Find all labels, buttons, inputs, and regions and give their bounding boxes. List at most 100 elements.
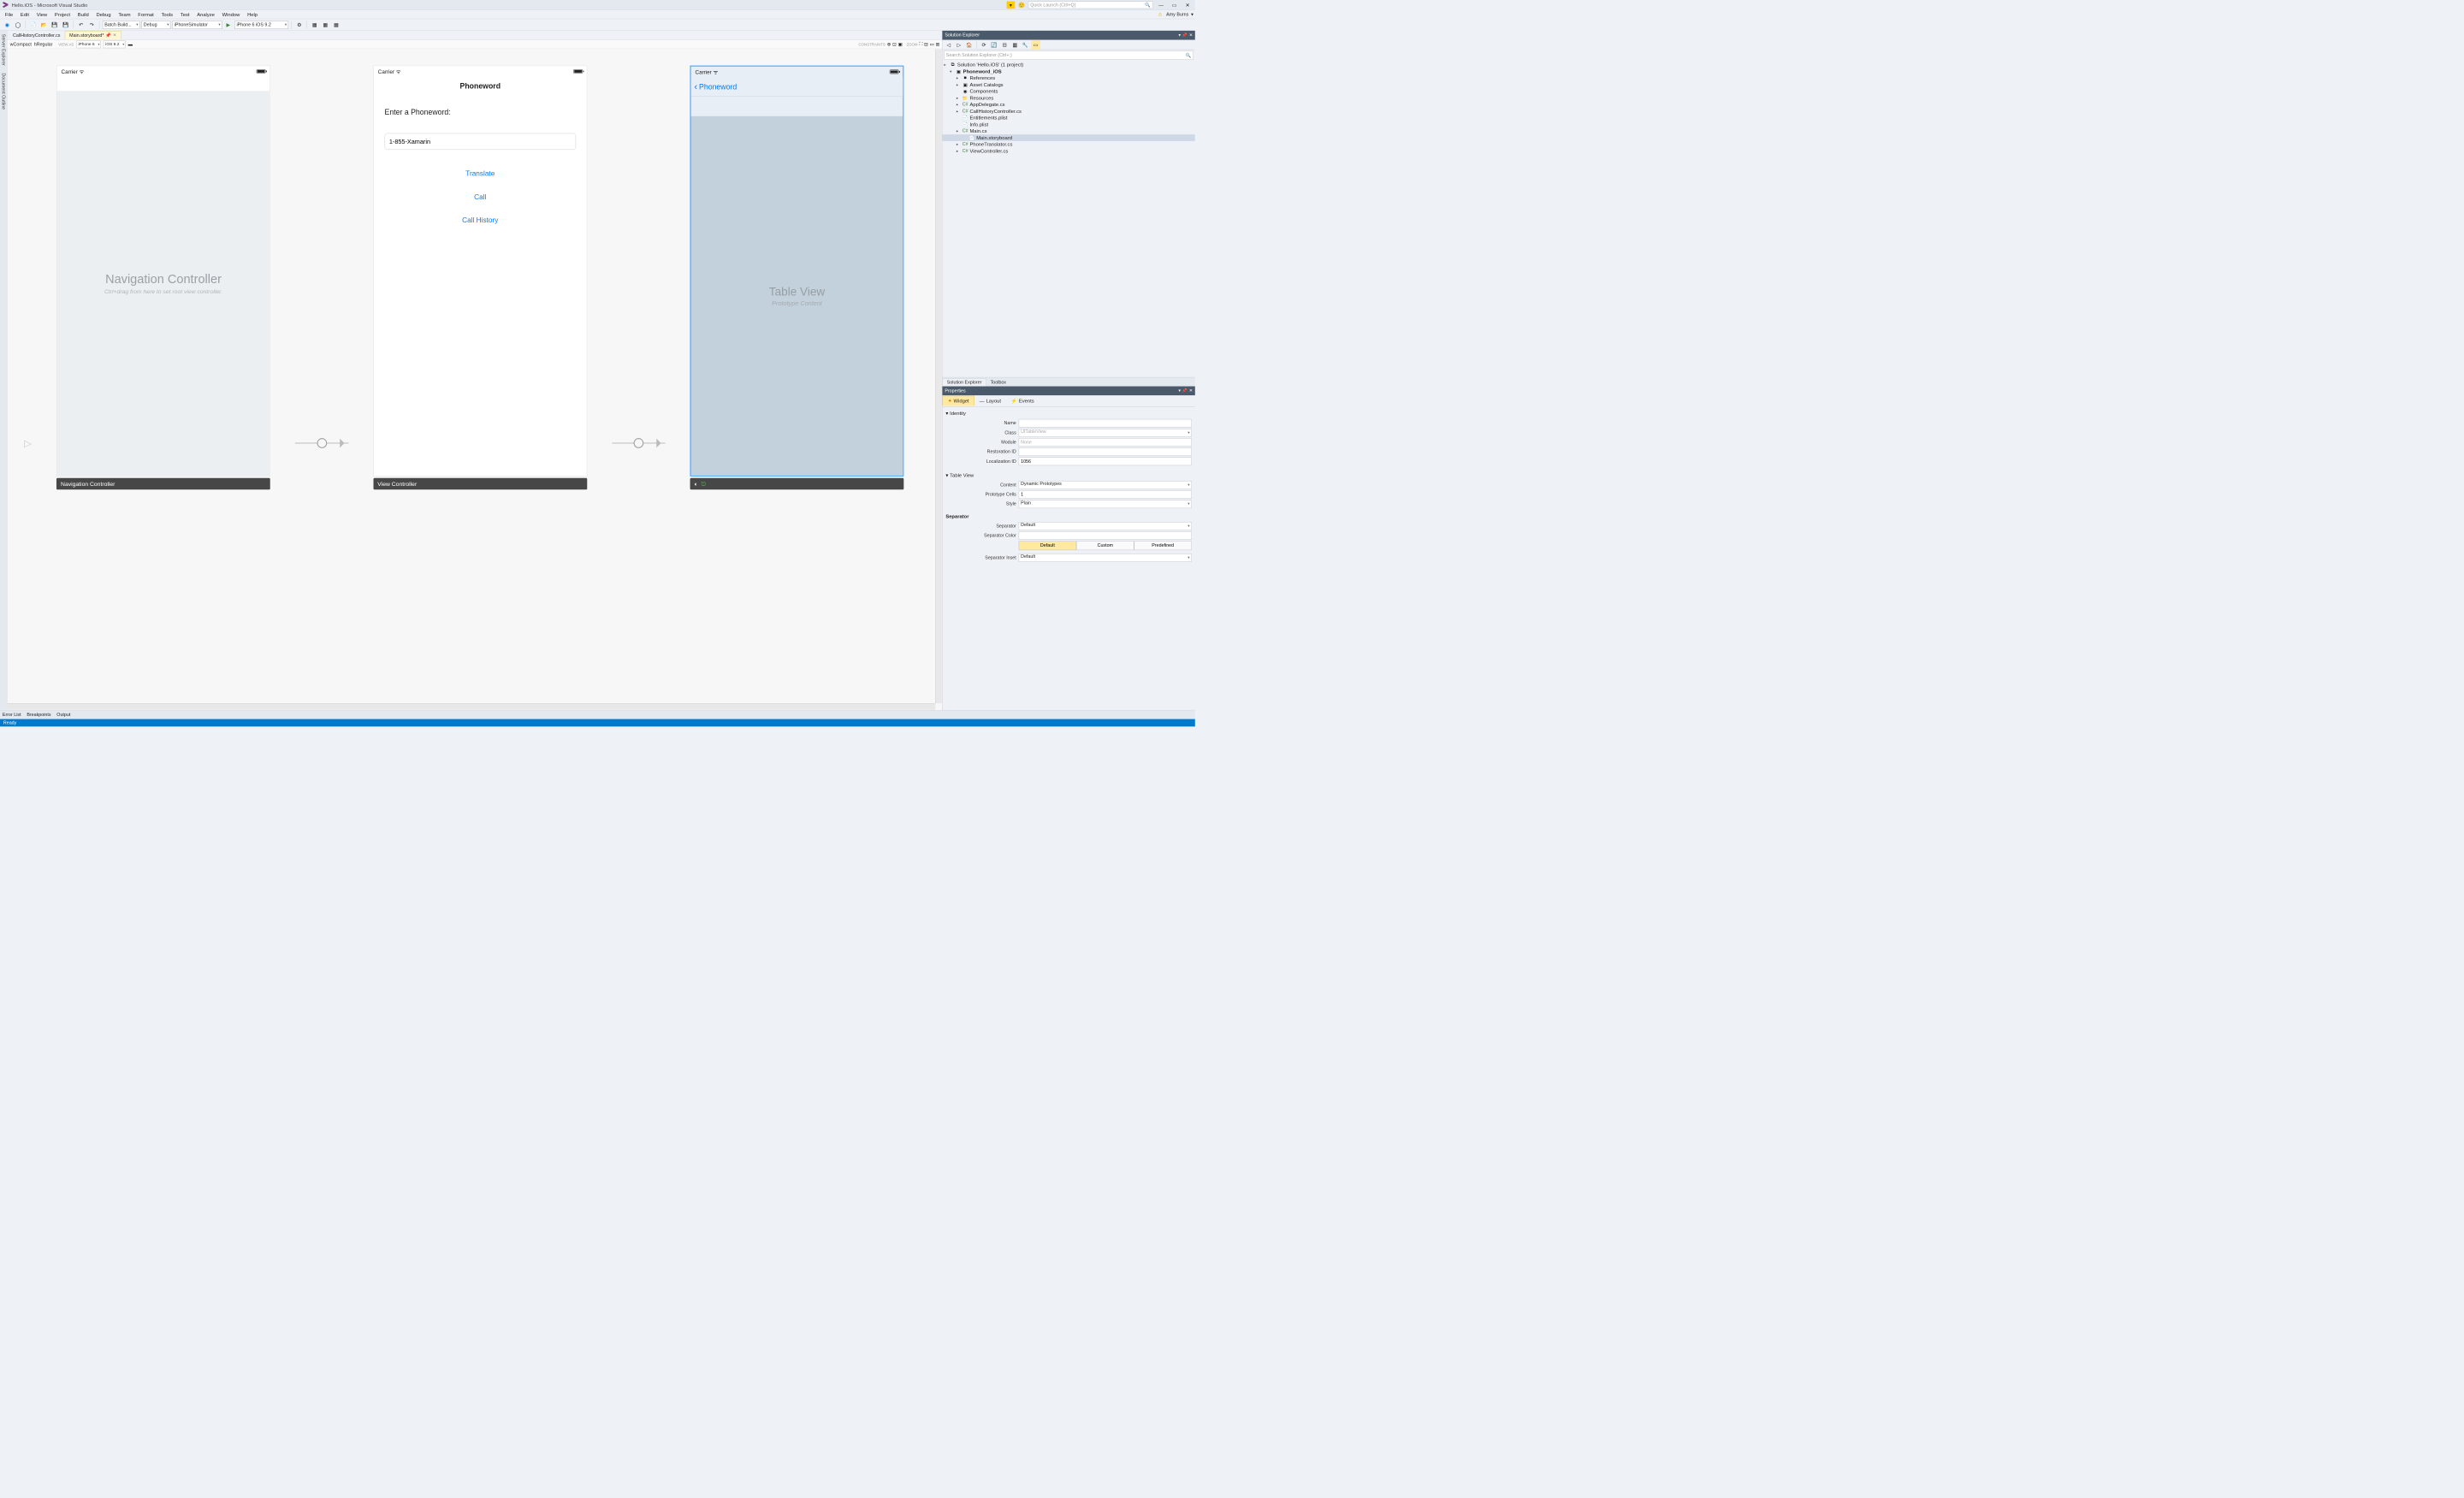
tab-storyboard[interactable]: Main.storyboard* 📌 ✕ [65, 31, 121, 39]
se-forward-icon[interactable]: ▷ [955, 40, 964, 50]
zoom-out-icon[interactable]: ⊟ [924, 42, 927, 47]
section-tableview[interactable]: ▾Table View [945, 471, 1192, 480]
quick-launch-input[interactable]: Quick Launch (Ctrl+Q) 🔍 [1028, 1, 1153, 9]
menu-file[interactable]: File [2, 10, 16, 18]
se-refresh-icon[interactable]: 🔄 [990, 40, 999, 50]
prop-sepinset-select[interactable]: Default [1019, 554, 1192, 562]
open-icon[interactable]: 📂 [39, 21, 49, 30]
storyboard-canvas[interactable]: ▷ Carrier ᯤ Navigation Controller Ctrl+d… [8, 49, 942, 710]
back-nav-icon[interactable]: ◉ [3, 21, 12, 30]
view-controller-scene[interactable]: Carrier ᯤ Phoneword Enter a Phoneword: T… [373, 66, 587, 490]
tree-appdelegate[interactable]: ▸C#AppDelegate.cs [942, 101, 1194, 108]
sepcolor-segmented[interactable]: Default Custom Predefined [1019, 541, 1192, 550]
tree-callhistorycontroller[interactable]: ▸C#CallHistoryController.cs [942, 108, 1194, 115]
prop-prototype-stepper[interactable] [1019, 490, 1192, 499]
prop-class-select[interactable]: UITableView [1019, 429, 1192, 437]
menu-edit[interactable]: Edit [17, 10, 33, 18]
entry-arrow-icon[interactable]: ▷ [24, 437, 32, 449]
size-class-w[interactable]: wCompact [10, 42, 32, 47]
panel-pin-icon[interactable]: 📌 [1182, 388, 1188, 393]
tab-output[interactable]: Output [56, 713, 70, 718]
menu-debug[interactable]: Debug [93, 10, 115, 18]
constraint-tool-2-icon[interactable]: ⊡ [892, 42, 896, 47]
tree-references[interactable]: ▸■References [942, 74, 1194, 81]
undo-icon[interactable]: ↶ [76, 21, 86, 30]
config-dropdown[interactable]: Debug [141, 21, 170, 29]
prop-tab-widget[interactable]: ✦Widget [942, 396, 974, 406]
panel-dropdown-icon[interactable]: ▾ [1178, 33, 1180, 38]
se-properties-icon[interactable]: 🔧 [1021, 40, 1030, 50]
tab-errorlist[interactable]: Error List [3, 713, 21, 718]
prop-separator-select[interactable]: Default [1019, 522, 1192, 530]
tree-resources[interactable]: ▸📁Resources [942, 95, 1194, 102]
platform-dropdown[interactable]: iPhoneSimulator [172, 21, 222, 29]
save-all-icon[interactable]: 💾 [61, 21, 70, 30]
prop-restoration-input[interactable] [1019, 447, 1192, 456]
tool-misc-3-icon[interactable]: ▦ [321, 21, 330, 30]
se-collapse-icon[interactable]: ⊟ [1000, 40, 1010, 50]
phoneword-input[interactable] [385, 133, 576, 150]
call-button[interactable]: Call [385, 186, 576, 209]
prop-sepcolor-input[interactable] [1019, 531, 1192, 540]
close-button[interactable]: ✕ [1182, 1, 1193, 9]
menu-tools[interactable]: Tools [158, 10, 176, 18]
tableview-controller-scene[interactable]: Carrier ᯤ ‹ Phoneword Table View Prototy… [690, 66, 904, 490]
tree-entitlements[interactable]: 📄Entitlements.plist [942, 115, 1194, 121]
prop-name-input[interactable] [1019, 419, 1192, 428]
forward-nav-icon[interactable]: ◯ [14, 21, 23, 30]
redo-icon[interactable]: ↷ [87, 21, 97, 30]
menu-view[interactable]: View [33, 10, 50, 18]
user-area[interactable]: Amy Burns ▾ [1158, 12, 1194, 17]
segue-1[interactable] [295, 435, 348, 451]
panel-dropdown-icon[interactable]: ▾ [1178, 388, 1180, 393]
menu-test[interactable]: Test [177, 10, 192, 18]
orientation-icon[interactable]: ▬ [128, 42, 133, 47]
minimize-button[interactable]: — [1156, 1, 1166, 9]
se-show-all-icon[interactable]: ▦ [1010, 40, 1020, 50]
properties-header[interactable]: Properties ▾📌✕ [942, 386, 1194, 395]
se-sync-icon[interactable]: ⟳ [980, 40, 989, 50]
solution-search-input[interactable]: Search Solution Explorer (Ctrl+;) 🔍 [944, 50, 1193, 60]
batch-build-dropdown[interactable]: Batch Build... [103, 21, 140, 29]
menu-project[interactable]: Project [51, 10, 74, 18]
tab-breakpoints[interactable]: Breakpoints [27, 713, 50, 718]
section-identity[interactable]: ▾Identity [945, 408, 1192, 417]
scene-label-2[interactable]: View Controller [373, 478, 587, 490]
translate-button[interactable]: Translate [385, 163, 576, 186]
prop-tab-layout[interactable]: —Layout [974, 396, 1006, 406]
tool-misc-4-icon[interactable]: ▦ [332, 21, 341, 30]
ptab-solution[interactable]: Solution Explorer [942, 378, 986, 386]
se-back-icon[interactable]: ◁ [944, 40, 953, 50]
tool-misc-2-icon[interactable]: ▦ [310, 21, 319, 30]
menu-help[interactable]: Help [244, 10, 261, 18]
se-preview-icon[interactable]: ▭ [1031, 40, 1040, 50]
canvas-hscroll[interactable] [8, 703, 935, 710]
tree-phonetranslator[interactable]: ▸C#PhoneTranslator.cs [942, 141, 1194, 148]
save-icon[interactable]: 💾 [50, 21, 60, 30]
solution-tree[interactable]: ▸⧉Solution 'Hello.iOS' (1 project) ▾▣Pho… [942, 61, 1194, 377]
menu-build[interactable]: Build [74, 10, 92, 18]
device-dropdown[interactable]: iPhone 6 [76, 40, 101, 48]
tree-maincs[interactable]: ▸C#Main.cs [942, 127, 1194, 134]
new-project-icon[interactable]: 📄 [28, 21, 38, 30]
seg-predefined[interactable]: Predefined [1134, 541, 1192, 550]
prop-module-input[interactable] [1019, 438, 1192, 447]
tree-infoplist[interactable]: 📄Info.plist [942, 121, 1194, 128]
zoom-in-icon[interactable]: ⊞ [936, 42, 939, 47]
size-class-h[interactable]: hRegular [34, 42, 53, 47]
tree-viewcontroller[interactable]: ▸C#ViewController.cs [942, 148, 1194, 155]
menu-format[interactable]: Format [134, 10, 157, 18]
tree-components[interactable]: ◉Components [942, 88, 1194, 95]
document-outline-tab[interactable]: Document Outline [1, 72, 7, 112]
maximize-button[interactable]: ▭ [1170, 1, 1180, 9]
prop-content-select[interactable]: Dynamic Prototypes [1019, 481, 1192, 489]
tab-callhistory[interactable]: CallHistoryController.cs [9, 32, 65, 39]
target-dropdown[interactable]: iPhone 6 iOS 9.2 [234, 21, 288, 29]
pin-icon[interactable]: 📌 [105, 33, 111, 38]
menu-team[interactable]: Team [115, 10, 133, 18]
scene-label-1[interactable]: Navigation Controller [56, 478, 270, 490]
seg-custom[interactable]: Custom [1076, 541, 1134, 550]
prop-tab-events[interactable]: ⚡Events [1006, 396, 1040, 406]
tool-misc-1-icon[interactable]: ⚙ [294, 21, 304, 30]
panel-pin-icon[interactable]: 📌 [1182, 33, 1188, 38]
